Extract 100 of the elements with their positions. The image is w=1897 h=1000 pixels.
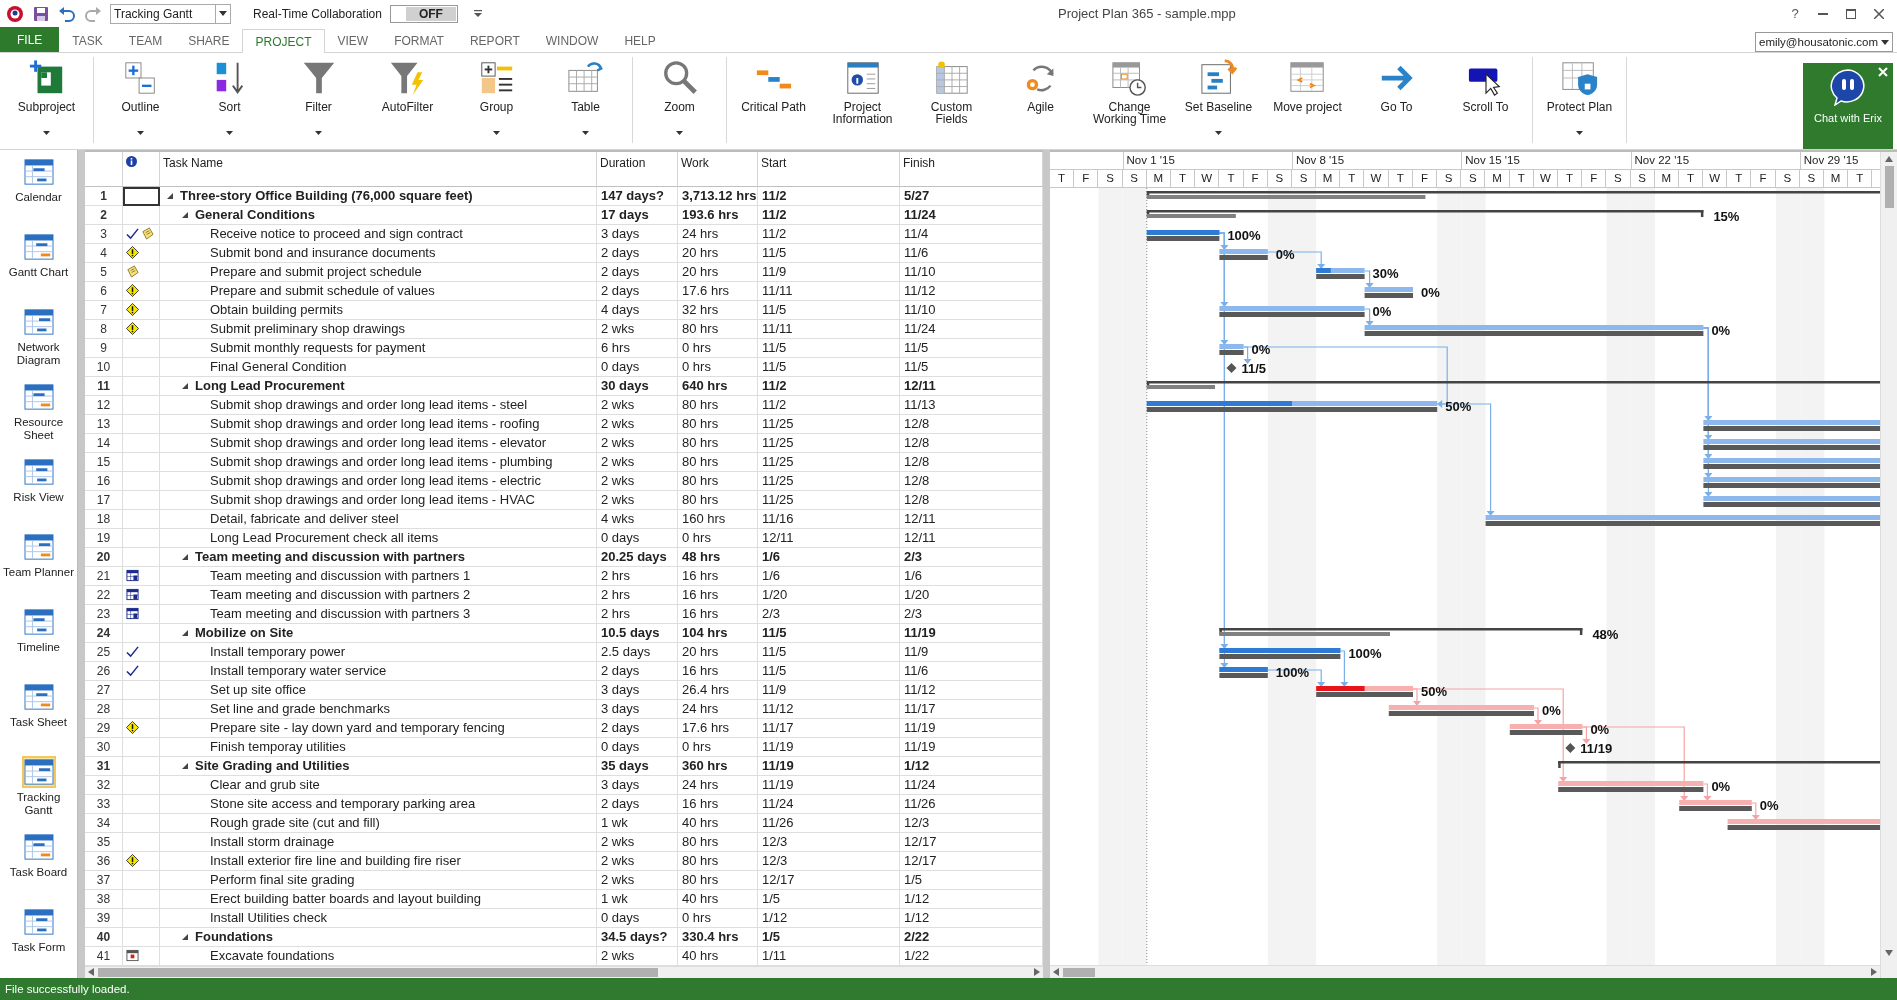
collapse-triangle-icon[interactable] (181, 761, 189, 770)
close-icon[interactable] (1878, 67, 1888, 77)
collapse-triangle-icon[interactable] (181, 552, 189, 561)
task-bar[interactable] (1679, 800, 1752, 805)
menu-tab[interactable]: WINDOW (532, 29, 612, 52)
ribbon-button[interactable]: AutoFilter (363, 57, 452, 143)
ribbon-button[interactable]: Set Baseline (1174, 57, 1263, 143)
menu-tab[interactable]: TASK (59, 29, 116, 52)
scroll-thumb[interactable] (1884, 166, 1894, 208)
collapse-triangle-icon[interactable] (181, 381, 189, 390)
task-bar[interactable] (1146, 230, 1220, 235)
ribbon-button[interactable]: Custom Fields (907, 57, 996, 143)
indicator-cell[interactable] (123, 452, 160, 472)
ribbon-button[interactable]: Move project (1263, 57, 1352, 143)
collapse-triangle-icon[interactable] (181, 932, 189, 941)
task-bar[interactable] (1316, 686, 1413, 691)
indicator-cell[interactable] (123, 699, 160, 719)
indicator-cell[interactable] (123, 186, 160, 206)
indicator-cell[interactable] (123, 376, 160, 396)
summary-bar[interactable] (1146, 381, 1880, 389)
indicator-cell[interactable] (123, 547, 160, 567)
task-bar[interactable] (1219, 344, 1244, 349)
view-button[interactable]: Risk View (0, 450, 77, 525)
menu-tab[interactable]: TEAM (115, 29, 176, 52)
indicator-cell[interactable] (123, 737, 160, 757)
menu-tab[interactable]: PROJECT (242, 29, 325, 53)
milestone-diamond[interactable] (1565, 743, 1576, 753)
help-button[interactable]: ? (1783, 2, 1807, 25)
view-button[interactable]: Network Diagram (0, 300, 77, 375)
indicator-cell[interactable] (123, 908, 160, 928)
indicator-cell[interactable] (123, 832, 160, 852)
task-bar[interactable] (1316, 268, 1365, 273)
horizontal-scrollbar[interactable] (1050, 965, 1880, 978)
indicator-cell[interactable] (123, 528, 160, 548)
collaboration-toggle[interactable]: OFF (389, 4, 458, 23)
summary-bar[interactable] (1146, 210, 1704, 218)
indicator-cell[interactable] (123, 718, 160, 738)
indicator-cell[interactable] (123, 680, 160, 700)
indicator-cell[interactable] (123, 775, 160, 795)
indicator-cell[interactable] (123, 585, 160, 605)
ribbon-button[interactable]: Filter (274, 57, 363, 143)
menu-tab[interactable]: FILE (0, 27, 60, 52)
indicator-cell[interactable] (123, 813, 160, 833)
ribbon-button[interactable]: Go To (1352, 57, 1441, 143)
account-dropdown[interactable]: emily@housatonic.com (1755, 32, 1893, 52)
indicator-cell[interactable] (123, 433, 160, 453)
indicator-cell[interactable] (123, 642, 160, 662)
indicator-cell[interactable] (123, 357, 160, 377)
ribbon-button[interactable]: Sort (185, 57, 274, 143)
view-button[interactable]: Resource Sheet (0, 375, 77, 450)
app-logo-icon[interactable] (6, 4, 24, 23)
indicator-cell[interactable] (123, 281, 160, 301)
ribbon-button[interactable]: Critical Path (729, 57, 818, 143)
scroll-thumb[interactable] (1063, 967, 1095, 977)
indicator-cell[interactable] (123, 946, 160, 966)
indicator-cell[interactable] (123, 414, 160, 434)
ribbon-button[interactable]: Agile (996, 57, 1085, 143)
ribbon-button[interactable]: Project Information (818, 57, 907, 143)
scroll-thumb[interactable] (98, 967, 658, 977)
scroll-left-icon[interactable] (1053, 968, 1059, 976)
view-dropdown[interactable]: Tracking Gantt (110, 3, 231, 24)
redo-icon[interactable] (84, 4, 102, 23)
indicator-cell[interactable] (123, 262, 160, 282)
ribbon-button[interactable]: Scroll To (1441, 57, 1530, 143)
indicator-cell[interactable] (123, 338, 160, 358)
indicator-cell[interactable] (123, 889, 160, 909)
indicator-cell[interactable] (123, 661, 160, 681)
task-bar[interactable] (1146, 401, 1438, 406)
indicator-cell[interactable] (123, 395, 160, 415)
ribbon-button[interactable]: Zoom (635, 57, 724, 143)
indicator-cell[interactable] (123, 794, 160, 814)
indicator-cell[interactable] (123, 243, 160, 263)
view-button[interactable]: Task Sheet (0, 675, 77, 750)
indicator-cell[interactable] (123, 319, 160, 339)
collapse-triangle-icon[interactable] (166, 191, 174, 200)
ribbon-button[interactable]: Protect Plan (1535, 57, 1624, 143)
scroll-left-icon[interactable] (88, 968, 94, 977)
indicator-cell[interactable] (123, 509, 160, 529)
indicator-cell[interactable] (123, 300, 160, 320)
view-button[interactable]: Tracking Gantt (0, 750, 77, 825)
ribbon-button[interactable]: Group (452, 57, 541, 143)
ribbon-button[interactable]: Subproject (2, 57, 91, 143)
menu-tab[interactable]: VIEW (324, 29, 382, 52)
view-button[interactable]: Task Form (0, 900, 77, 975)
indicator-cell[interactable] (123, 205, 160, 225)
scroll-up-icon[interactable] (1885, 156, 1893, 162)
indicator-cell[interactable] (123, 870, 160, 890)
menu-tab[interactable]: REPORT (456, 29, 533, 52)
scroll-down-icon[interactable] (1885, 950, 1893, 956)
milestone-diamond[interactable] (1226, 363, 1237, 373)
customize-icon[interactable] (473, 10, 482, 17)
indicator-cell[interactable] (123, 756, 160, 776)
task-bar[interactable] (1364, 287, 1413, 292)
menu-tab[interactable]: FORMAT (381, 29, 457, 52)
view-button[interactable]: Calendar (0, 150, 77, 225)
indicator-cell[interactable] (123, 851, 160, 871)
summary-bar[interactable] (1558, 761, 1880, 768)
chat-panel[interactable]: Chat with Erix (1803, 63, 1893, 149)
corner-cell[interactable] (85, 152, 123, 187)
vertical-scrollbar[interactable] (1880, 152, 1897, 978)
